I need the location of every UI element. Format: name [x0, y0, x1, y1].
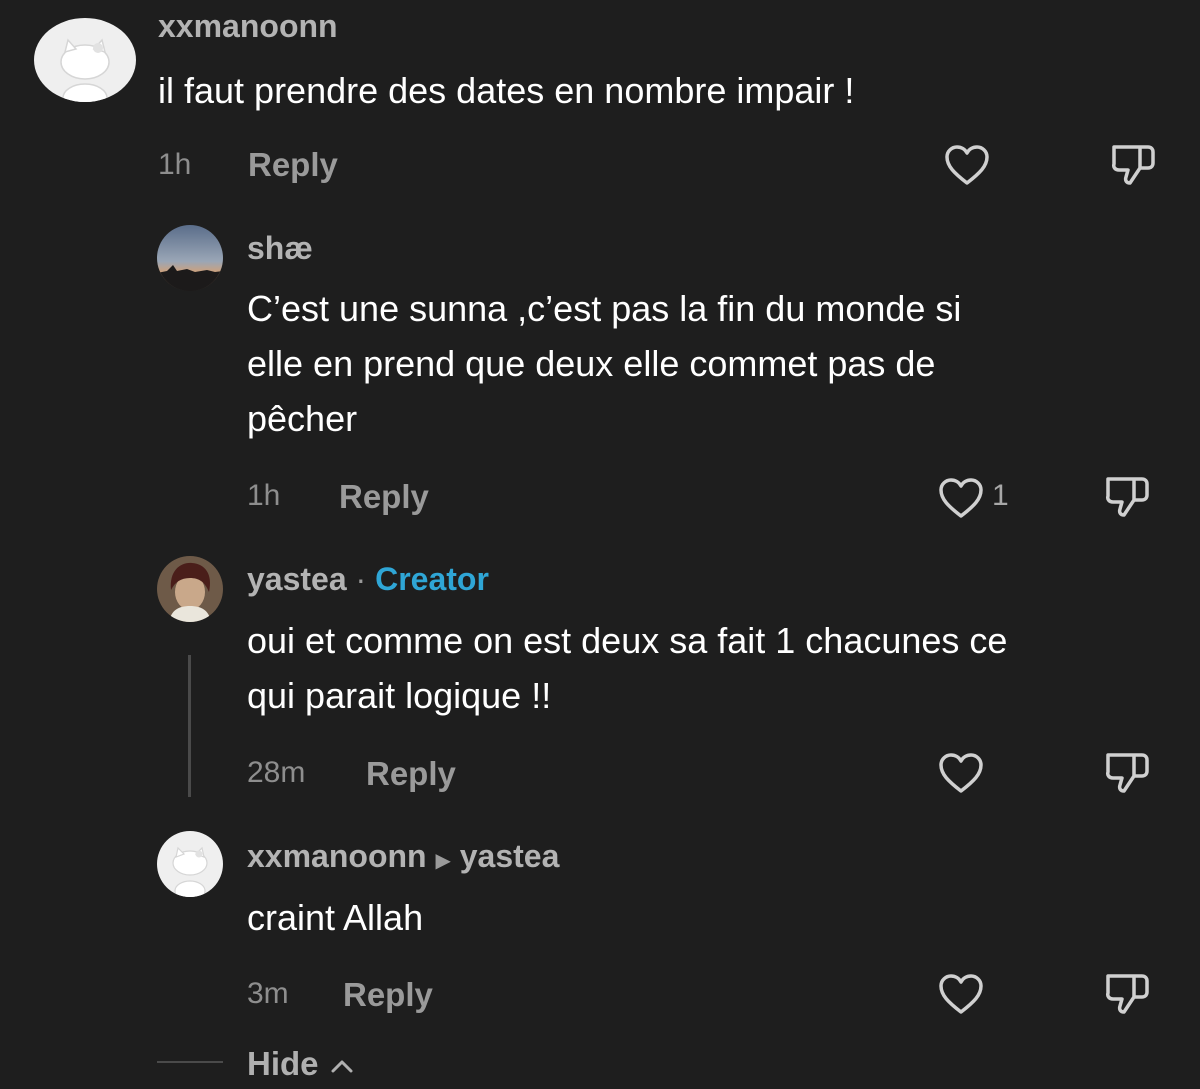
comment-text-line: C’est une sunna ,c’est pas la fin du mon… — [247, 288, 962, 329]
heart-outline-icon[interactable] — [938, 752, 984, 794]
comment-username-row: xxmanoonn ▶ yastea — [247, 836, 559, 881]
comment-text: il faut prendre des dates en nombre impa… — [158, 70, 855, 111]
comment-username[interactable]: yastea — [247, 561, 347, 597]
anime-avatar-image — [157, 556, 223, 622]
comment-time: 1h — [158, 148, 192, 181]
heart-outline-icon[interactable] — [944, 144, 990, 186]
avatar[interactable] — [157, 225, 223, 291]
separator-dot: · — [355, 561, 367, 597]
comment-text-line: elle en prend que deux elle commet pas d… — [247, 343, 936, 384]
reply-button[interactable]: Reply — [366, 754, 456, 794]
hello-kitty-avatar-image — [157, 831, 223, 897]
hide-label: Hide — [247, 1045, 319, 1082]
reply-button[interactable]: Reply — [248, 145, 338, 185]
hello-kitty-avatar-image — [34, 18, 136, 102]
comment-username[interactable]: xxmanoonn — [158, 6, 338, 46]
comment-username-row: yastea · Creator — [247, 559, 489, 599]
comment-time: 3m — [247, 977, 289, 1010]
comment-username[interactable]: xxmanoonn — [247, 838, 427, 874]
comment-text-line: qui parait logique !! — [247, 675, 552, 716]
comment-time: 28m — [247, 756, 306, 789]
sunset-avatar-image — [157, 225, 223, 291]
avatar[interactable] — [157, 831, 223, 897]
thumbs-down-outline-icon[interactable] — [1104, 750, 1150, 796]
comment-text-line: oui et comme on est deux sa fait 1 chacu… — [247, 620, 1008, 661]
chevron-up-icon — [331, 1060, 353, 1073]
comment-text: craint Allah — [247, 897, 424, 938]
heart-outline-icon[interactable] — [938, 973, 984, 1015]
hide-divider — [157, 1061, 223, 1063]
thread-line — [188, 655, 191, 797]
comment-text: oui et comme on est deux sa fait 1 chacu… — [247, 613, 1007, 723]
reply-button[interactable]: Reply — [343, 975, 433, 1015]
comment-time: 1h — [247, 479, 281, 512]
thumbs-down-outline-icon[interactable] — [1104, 474, 1150, 520]
comment-username[interactable]: shæ — [247, 228, 313, 268]
hide-replies-button[interactable]: Hide — [247, 1044, 354, 1084]
thumbs-down-outline-icon[interactable] — [1104, 971, 1150, 1017]
avatar[interactable] — [157, 556, 223, 622]
reply-to-username[interactable]: yastea — [460, 838, 560, 874]
heart-outline-icon[interactable] — [938, 477, 984, 519]
reply-button[interactable]: Reply — [339, 477, 429, 517]
creator-badge: Creator — [375, 561, 489, 597]
comment-text-line: pêcher — [247, 398, 358, 439]
thumbs-down-outline-icon[interactable] — [1110, 142, 1156, 188]
avatar[interactable] — [34, 18, 136, 102]
like-count: 1 — [992, 479, 1009, 512]
right-triangle-icon: ▶ — [435, 850, 451, 872]
comment-text: C’est une sunna ,c’est pas la fin du mon… — [247, 281, 961, 446]
